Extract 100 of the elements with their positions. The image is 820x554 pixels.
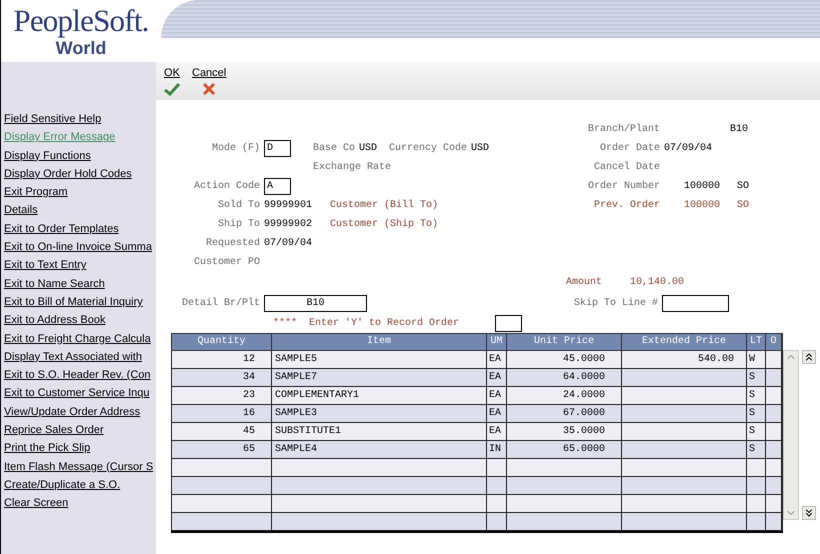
page-up-icon[interactable]	[802, 350, 816, 364]
column-header: O	[766, 334, 782, 350]
input-field[interactable]	[662, 295, 729, 312]
table-cell: EA	[489, 354, 502, 365]
menu-link[interactable]: Clear Screen	[1, 494, 156, 513]
menu-link[interactable]: Exit Program	[1, 183, 156, 202]
table-cell: COMPLEMENTARY1	[275, 390, 360, 401]
table-cell: 23	[242, 390, 255, 401]
menu-link[interactable]: Create/Duplicate a S.O.	[1, 476, 156, 494]
table-cell: SAMPLE5	[275, 354, 318, 365]
menu-link[interactable]: Details	[1, 201, 156, 220]
table-cell: EA	[489, 408, 502, 419]
field-value: 07/09/04	[264, 236, 312, 251]
field-label: Sold To	[218, 200, 260, 211]
column-header: UM	[487, 334, 507, 350]
field-value: 99999902	[264, 218, 312, 232]
table-cell: 34	[242, 372, 255, 383]
table-cell: 64.0000	[562, 372, 605, 383]
table-cell: S	[749, 372, 756, 383]
menu-link[interactable]: Exit to S.O. Header Rev. (Con	[1, 366, 156, 384]
field-value: 07/09/04	[664, 142, 712, 156]
menu-link[interactable]: Print the Pick Slip	[1, 439, 156, 458]
table-cell: 24.0000	[562, 390, 605, 401]
field-value: SO	[737, 199, 750, 213]
menu-link[interactable]: Item Flash Message (Cursor S	[1, 458, 156, 476]
field-label: Order Date	[600, 143, 660, 154]
field-label: Amount	[566, 276, 602, 290]
checkmark-icon	[164, 82, 180, 96]
table-cell: 540.00	[698, 354, 734, 365]
column-header: Extended Price	[622, 334, 747, 350]
menu-link[interactable]: Display Order Hold Codes	[1, 164, 156, 184]
field-label: Branch/Plant	[588, 124, 660, 135]
table-cell: S	[749, 390, 756, 401]
table-cell: EA	[489, 390, 502, 401]
field-value: 99999901	[264, 199, 312, 213]
field-value: SO	[737, 180, 750, 194]
field-description: Customer (Ship To)	[330, 218, 438, 232]
menu-link[interactable]: Display Text Associated with	[1, 348, 156, 366]
field-label: Mode (F)	[212, 143, 260, 154]
input-field[interactable]: D	[264, 140, 291, 157]
record-order-prompt: **** Enter 'Y' to Record Order	[273, 316, 460, 330]
table-cell: SUBSTITUTE1	[275, 426, 342, 437]
table-cell: 35.0000	[562, 426, 605, 437]
table-cell: 67.0000	[562, 408, 605, 419]
table-cell: S	[749, 444, 756, 455]
field-label: Skip To Line #	[574, 298, 658, 309]
field-description: Customer (Bill To)	[330, 198, 438, 213]
field-label: Currency Code	[389, 143, 468, 154]
field-label: Customer PO	[194, 257, 260, 268]
field-value: 10,140.00	[630, 276, 684, 290]
field-value: 100000	[684, 199, 720, 213]
table-cell: EA	[489, 426, 502, 437]
menu-link[interactable]: Field Sensitive Help	[1, 110, 156, 128]
field-label: Base Co	[313, 143, 356, 154]
table-cell: S	[749, 426, 756, 437]
input-field[interactable]: A	[264, 178, 291, 195]
menu-link[interactable]: Exit to Freight Charge Calcula	[1, 330, 156, 348]
table-cell: 16	[242, 408, 255, 419]
field-label: Action Code	[194, 181, 260, 192]
cancel-button[interactable]: Cancel	[192, 65, 226, 100]
field-value: 100000	[684, 180, 720, 194]
menu-link[interactable]: Exit to Text Entry	[1, 256, 156, 275]
table-cell: 45	[242, 426, 255, 437]
table-cell: SAMPLE7	[275, 372, 318, 383]
field-value: USD	[471, 142, 490, 156]
menu-link[interactable]: Display Functions	[1, 146, 156, 165]
menu-link[interactable]: Exit to Order Templates	[1, 220, 156, 238]
field-label: Requested	[206, 238, 260, 249]
field-label: Ship To	[218, 219, 260, 230]
menu-link[interactable]: View/Update Order Address	[1, 402, 156, 422]
menu-link[interactable]: Exit to Name Search	[1, 274, 156, 293]
table-cell: 65	[242, 444, 255, 455]
column-header: LT	[747, 334, 766, 350]
menu-link[interactable]: Exit to On-line Invoice Summa	[1, 238, 156, 256]
menu-link[interactable]: Reprice Sales Order	[1, 421, 156, 440]
table-cell: SAMPLE4	[275, 444, 318, 455]
input-field[interactable]	[495, 314, 522, 332]
field-value: B10	[730, 123, 748, 137]
field-label: Detail Br/Plt	[182, 298, 260, 309]
table-cell: S	[749, 408, 756, 419]
field-label: Cancel Date	[594, 162, 660, 173]
table-cell: 45.0000	[562, 354, 605, 365]
table-cell: 12	[242, 354, 255, 365]
table-cell: SAMPLE3	[275, 408, 318, 419]
ok-button[interactable]: OK	[164, 65, 180, 100]
column-header: Unit Price	[507, 334, 622, 350]
column-header: Item	[272, 334, 487, 350]
field-label: Order Number	[588, 181, 660, 192]
menu-link[interactable]: Exit to Customer Service Inqu	[1, 384, 156, 403]
table-cell: IN	[489, 444, 502, 455]
field-label: Exchange Rate	[313, 162, 392, 173]
menu-link[interactable]: Exit to Bill of Material Inquiry	[1, 292, 156, 312]
page-down-icon[interactable]	[802, 506, 816, 520]
table-cell: W	[749, 354, 756, 365]
column-header: Quantity	[172, 334, 272, 350]
field-label: Prev. Order	[594, 200, 660, 211]
menu-link[interactable]: Exit to Address Book	[1, 311, 156, 330]
input-field[interactable]: B10	[264, 295, 367, 312]
field-value: USD	[359, 142, 378, 156]
table-cell: 65.0000	[562, 444, 605, 455]
